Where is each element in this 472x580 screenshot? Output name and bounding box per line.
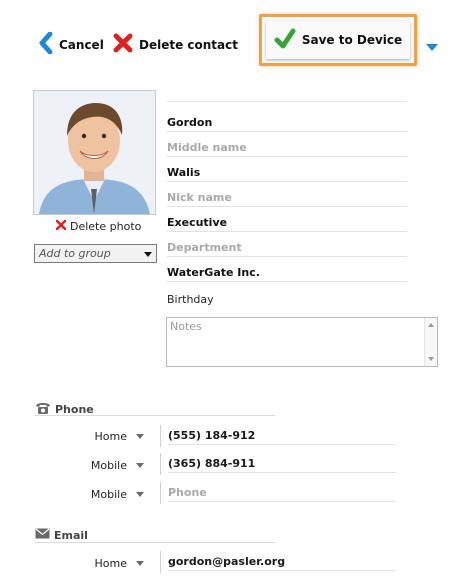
phone-value-field[interactable]: (365) 884-911 [168,454,396,473]
nick-name-field[interactable]: Nick name [167,188,407,207]
phone-row-separator [160,482,161,504]
phone-new-field[interactable]: Phone [168,483,396,502]
save-to-device-label: Save to Device [301,33,403,47]
phone-type-label: Home [94,430,127,443]
phone-row-separator [160,425,161,447]
save-to-device-highlight: Save to Device [259,14,417,66]
contact-photo[interactable] [33,90,156,215]
email-section-divider [35,542,275,543]
middle-name-field[interactable]: Middle name [167,138,407,157]
company-field[interactable]: WaterGate Inc. [167,263,407,282]
cancel-button[interactable]: Cancel [39,31,104,57]
email-header-label: Email [54,528,88,542]
notes-textarea[interactable]: Notes [166,317,438,367]
save-to-device-button[interactable]: Save to Device [266,21,410,59]
chevron-down-icon [136,492,144,497]
scroll-arrows-icon [428,323,434,361]
phone-row-separator [160,453,161,475]
add-to-group-placeholder: Add to group [39,247,111,260]
phone-type-label: Mobile [90,459,127,472]
delete-photo-x-icon [55,219,67,233]
chevron-down-icon [136,434,144,439]
chevron-down-icon [136,463,144,468]
department-field[interactable]: Department [167,238,407,257]
job-title-field[interactable]: Executive [167,213,407,232]
delete-photo-button[interactable]: Delete photo [55,219,142,233]
phone-type-label: Mobile [90,488,127,501]
phone-value-field[interactable]: (555) 184-912 [168,426,396,445]
cancel-label: Cancel [59,37,104,52]
email-type-home-select[interactable]: Home [64,557,144,570]
email-row-separator [160,551,161,573]
checkmark-icon [274,28,296,53]
select-arrow-icon [144,247,152,260]
notes-scrollbar[interactable] [424,318,437,366]
phone-section-divider [35,415,275,416]
delete-contact-label: Delete contact [139,37,238,52]
delete-x-icon [113,33,133,56]
email-section-header: Email [35,528,88,542]
phone-type-mobile-select[interactable]: Mobile [64,488,144,501]
phone-type-home-select[interactable]: Home [64,430,144,443]
notes-placeholder: Notes [170,320,202,333]
phone-type-mobile-select[interactable]: Mobile [64,459,144,472]
email-value-field[interactable]: gordon@pasler.org [168,552,396,571]
email-type-label: Home [94,557,127,570]
delete-contact-button[interactable]: Delete contact [113,33,238,56]
add-to-group-select[interactable]: Add to group [34,244,157,263]
envelope-icon [35,528,50,542]
delete-photo-label: Delete photo [70,220,142,233]
back-arrow-icon [39,31,53,57]
chevron-down-icon [136,561,144,566]
field-divider [167,101,407,102]
birthday-field[interactable]: Birthday [167,293,214,306]
person-photo-icon [34,91,155,214]
first-name-field[interactable]: Gordon [167,113,407,132]
last-name-field[interactable]: Walis [167,163,407,182]
save-options-dropdown-icon[interactable] [426,37,438,56]
